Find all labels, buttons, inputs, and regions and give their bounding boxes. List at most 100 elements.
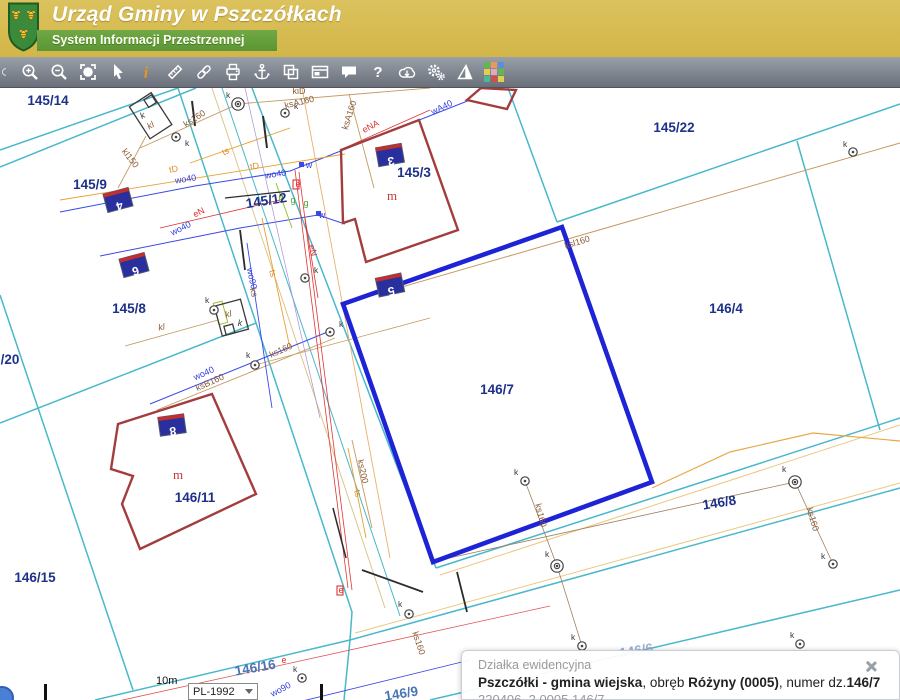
survey-point-label: k [226, 90, 231, 100]
map-viewport[interactable]: kkkkkkkkkkkkkkkk ks160ksA160ksA160kiDkl1… [0, 88, 900, 700]
parcel-label: 146/15 [14, 570, 56, 585]
parcel-label: 145/3 [397, 165, 431, 180]
popup-sep1: , obręb [642, 675, 688, 690]
comment-icon[interactable] [339, 62, 359, 82]
survey-point-dot [799, 643, 802, 646]
utility-label: ts [267, 269, 279, 279]
parcel-label: 145/8 [112, 301, 146, 316]
survey-point-label: k [185, 138, 190, 148]
map-toolbar: i ? [0, 57, 900, 88]
survey-point-label: k [293, 664, 298, 674]
address-plate: 5 [375, 273, 405, 301]
chevron-down-icon [245, 689, 253, 694]
utility-label: kiD [293, 88, 306, 96]
parcel-label: 146/7 [480, 382, 514, 397]
address-plate: 8 [158, 414, 187, 440]
zoom-out-icon[interactable] [49, 62, 69, 82]
utility-label: eN [191, 205, 206, 219]
survey-point-dot [524, 480, 527, 483]
survey-point-dot [852, 151, 855, 154]
utility-label: kl [157, 321, 166, 332]
legend-color-swatch [484, 69, 490, 75]
address-plate-number: 8 [168, 424, 177, 439]
app-title: Urząd Gminy w Pszczółkach [52, 3, 342, 27]
cloud-download-icon[interactable] [397, 62, 417, 82]
utility-label: tD [168, 163, 179, 174]
copy-frames-icon[interactable] [281, 62, 301, 82]
popup-title: Działka ewidencyjna [478, 658, 883, 672]
survey-point-label: k [514, 467, 519, 477]
popup-parcel-line: Pszczółki - gmina wiejska, obręb Różyny … [478, 675, 883, 690]
info-icon[interactable]: i [136, 62, 156, 82]
settings-gears-icon[interactable] [426, 62, 446, 82]
utility-label: g [290, 195, 295, 205]
partial-left-icon[interactable] [2, 62, 11, 82]
map-canvas[interactable]: kkkkkkkkkkkkkkkk ks160ksA160ksA160kiDkl1… [0, 88, 900, 700]
building-function-mark: m [173, 467, 183, 482]
survey-point-label: k [782, 464, 787, 474]
close-icon[interactable] [864, 660, 877, 673]
survey-point-dot [794, 481, 797, 484]
utility-label: tD [249, 160, 260, 171]
popup-parcel-id: 220406_2.0005.146/7 [478, 692, 883, 700]
legend-color-swatch [491, 69, 497, 75]
legend-grid-icon[interactable] [484, 62, 504, 82]
parcel-info-popup: Działka ewidencyjna Pszczółki - gmina wi… [461, 650, 900, 700]
parcel-label: 146/16 [234, 657, 278, 679]
parcel-label: 146/8 [701, 492, 737, 512]
zoom-in-icon[interactable] [20, 62, 40, 82]
utility-label: g [303, 198, 308, 208]
utility-label: ksA160 [340, 99, 359, 131]
anchor-icon[interactable] [252, 62, 272, 82]
commune-crest-icon [7, 2, 40, 53]
survey-point-dot [304, 277, 307, 280]
survey-point-label: k [314, 265, 319, 275]
address-plate: 6 [119, 252, 150, 281]
survey-point-label: k [205, 295, 210, 305]
utility-label: e [281, 655, 286, 665]
address-plate: 4 [103, 187, 134, 216]
utility-label: ks200 [356, 459, 371, 485]
crs-select[interactable]: PL-1992 [188, 683, 258, 700]
popup-sep2: , numer dz. [779, 675, 847, 690]
utility-label: w [318, 210, 326, 220]
parcel-label: 145/9 [73, 177, 107, 192]
utility-label: eN [307, 244, 319, 257]
print-icon[interactable] [223, 62, 243, 82]
popup-parcel-number: 146/7 [846, 675, 880, 690]
help-icon[interactable]: ? [368, 62, 388, 82]
legend-color-swatch [498, 69, 504, 75]
survey-point-label: k [790, 630, 795, 640]
survey-point-label: k [843, 139, 848, 149]
survey-point-dot [832, 563, 835, 566]
scalebar [44, 684, 323, 700]
parcel-label: 145/12 [245, 190, 288, 211]
outbuildings [129, 93, 248, 336]
utility-label: ts [220, 145, 231, 157]
utility-label: kl [224, 308, 234, 320]
survey-point-dot [254, 364, 257, 367]
select-area-icon[interactable] [78, 62, 98, 82]
svg-text:i: i [144, 65, 149, 82]
building-marks: mm [173, 188, 397, 482]
survey-point-dot [556, 565, 559, 568]
layout-panels-icon[interactable] [310, 62, 330, 82]
legend-color-swatch [491, 76, 497, 82]
measure-icon[interactable] [165, 62, 185, 82]
crs-value: PL-1992 [193, 686, 235, 698]
survey-point-label: k [398, 599, 403, 609]
parcel-label: 145/14 [27, 93, 69, 108]
pointer-icon[interactable] [107, 62, 127, 82]
pyramid-icon[interactable] [455, 62, 475, 82]
parcel-label: /20 [1, 352, 20, 367]
link-icon[interactable] [194, 62, 214, 82]
survey-point-label: k [246, 350, 251, 360]
utility-label: k [138, 110, 147, 121]
utility-label: ks [248, 287, 260, 299]
utility-label: e [338, 585, 343, 595]
utility-label: wA40 [428, 98, 454, 117]
app-subtitle: System Informacji Przestrzennej [52, 33, 244, 47]
survey-point-label: k [545, 549, 550, 559]
parcel-label: 146/9 [383, 684, 419, 700]
utility-label: wo40 [168, 219, 193, 238]
